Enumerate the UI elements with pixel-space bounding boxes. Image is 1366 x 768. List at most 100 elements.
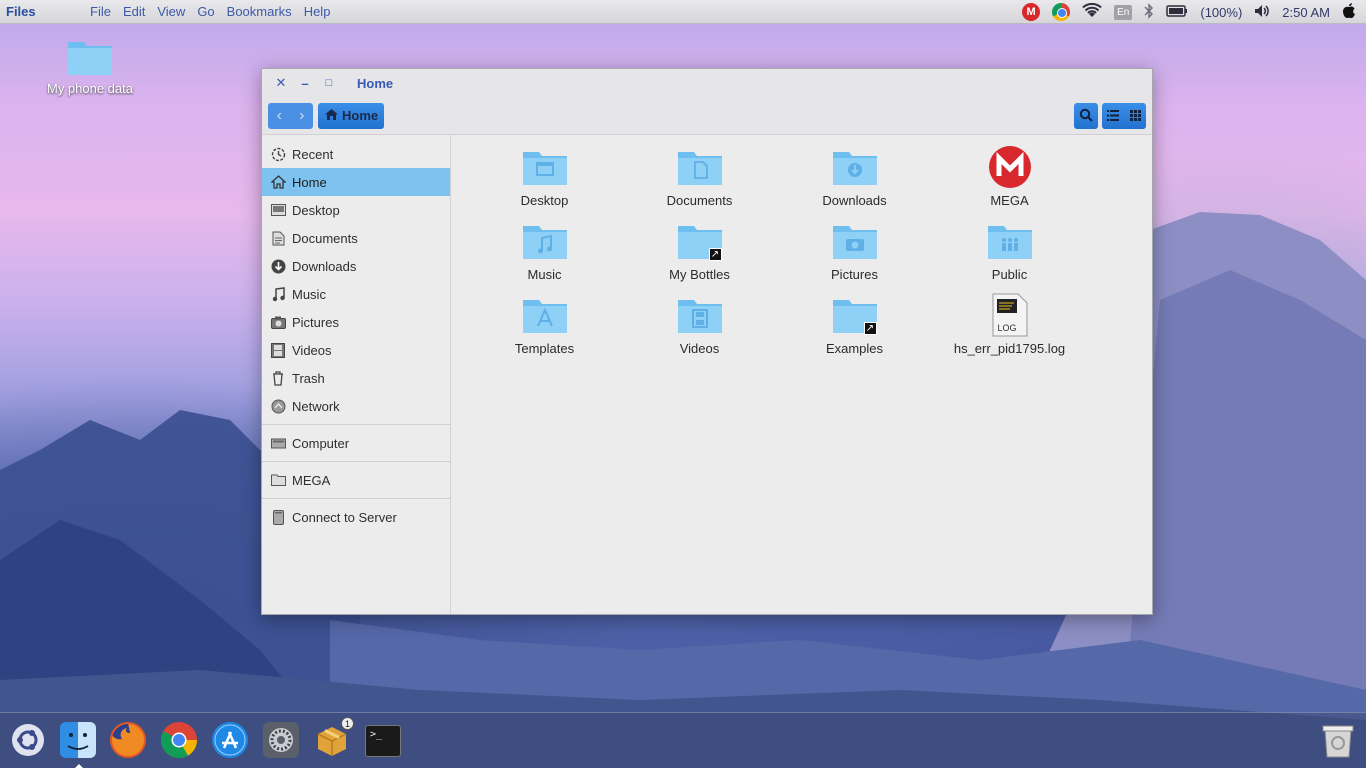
file-item-desktop[interactable]: Desktop bbox=[467, 145, 622, 219]
file-label: Templates bbox=[514, 341, 575, 356]
sidebar-item-mega[interactable]: MEGA bbox=[262, 466, 450, 494]
notification-badge: 1 bbox=[341, 717, 354, 730]
music-folder-icon bbox=[521, 219, 569, 263]
dock-system-settings[interactable] bbox=[263, 721, 299, 761]
wifi-icon[interactable] bbox=[1082, 2, 1102, 22]
chrome-icon bbox=[160, 721, 198, 762]
dock-chrome[interactable] bbox=[160, 721, 198, 762]
menu-edit[interactable]: Edit bbox=[117, 4, 151, 19]
sidebar-divider bbox=[262, 424, 450, 425]
dock-terminal[interactable]: >_ bbox=[365, 723, 401, 759]
app-name[interactable]: Files bbox=[0, 4, 84, 19]
sidebar-item-pictures[interactable]: Pictures bbox=[262, 308, 450, 336]
search-button[interactable] bbox=[1074, 103, 1098, 129]
sidebar-item-connect-to-server[interactable]: Connect to Server bbox=[262, 503, 450, 531]
file-item-downloads[interactable]: Downloads bbox=[777, 145, 932, 219]
dock-firefox[interactable] bbox=[109, 721, 147, 762]
dock-app-store[interactable] bbox=[211, 721, 249, 762]
sidebar-item-label: Videos bbox=[292, 342, 332, 358]
file-label: Videos bbox=[679, 341, 720, 356]
chrome-icon[interactable] bbox=[1052, 3, 1071, 21]
file-item-public[interactable]: Public bbox=[932, 219, 1087, 293]
list-view-icon bbox=[1107, 109, 1119, 124]
file-manager-window: ✕ – □ Home ‹ › Home Recent Home Desktop … bbox=[261, 68, 1153, 615]
videos-icon bbox=[270, 342, 286, 358]
list-view-button[interactable] bbox=[1102, 103, 1124, 129]
volume-icon[interactable] bbox=[1254, 4, 1270, 21]
desktop-icon-my-phone-data[interactable]: My phone data bbox=[44, 38, 136, 96]
close-button[interactable]: ✕ bbox=[269, 75, 293, 91]
documents-icon bbox=[270, 230, 286, 246]
sidebar-item-videos[interactable]: Videos bbox=[262, 336, 450, 364]
file-label: MEGA bbox=[990, 193, 1029, 208]
running-app-indicator bbox=[75, 764, 83, 768]
trash-icon bbox=[1321, 722, 1355, 761]
file-item-documents[interactable]: Documents bbox=[622, 145, 777, 219]
sidebar-item-music[interactable]: Music bbox=[262, 280, 450, 308]
clock[interactable]: 2:50 AM bbox=[1282, 5, 1330, 20]
sidebar-item-network[interactable]: Network bbox=[262, 392, 450, 420]
file-item-mega[interactable]: MEGA bbox=[932, 145, 1087, 219]
home-icon bbox=[270, 174, 286, 190]
file-label: Public bbox=[991, 267, 1028, 282]
file-label: Downloads bbox=[822, 193, 887, 208]
file-item-examples[interactable]: ↗ Examples bbox=[777, 293, 932, 367]
maximize-button[interactable]: □ bbox=[317, 77, 341, 89]
file-item-music[interactable]: Music bbox=[467, 219, 622, 293]
file-item-log[interactable]: LOG hs_err_pid1795.log bbox=[932, 293, 1087, 367]
battery-icon[interactable] bbox=[1166, 4, 1188, 20]
back-button[interactable]: ‹ bbox=[268, 103, 291, 129]
file-item-pictures[interactable]: Pictures bbox=[777, 219, 932, 293]
file-item-my-bottles[interactable]: ↗ My Bottles bbox=[622, 219, 777, 293]
sidebar-item-home[interactable]: Home bbox=[262, 168, 450, 196]
grid-view-icon bbox=[1129, 109, 1141, 124]
dock-package-installer[interactable]: 1 bbox=[314, 717, 354, 759]
forward-button[interactable]: › bbox=[291, 103, 314, 129]
file-label: Music bbox=[527, 267, 562, 282]
language-indicator[interactable]: En bbox=[1114, 4, 1133, 20]
sidebar-item-downloads[interactable]: Downloads bbox=[262, 252, 450, 280]
sidebar-item-computer[interactable]: Computer bbox=[262, 429, 450, 457]
videos-folder-icon bbox=[676, 293, 724, 337]
documents-folder-icon bbox=[676, 145, 724, 189]
dock-finder[interactable] bbox=[60, 721, 96, 759]
mega-icon bbox=[986, 145, 1034, 189]
file-label: Documents bbox=[666, 193, 733, 208]
sidebar-item-trash[interactable]: Trash bbox=[262, 364, 450, 392]
gear-icon bbox=[263, 721, 299, 761]
sidebar-divider bbox=[262, 498, 450, 499]
sidebar-item-documents[interactable]: Documents bbox=[262, 224, 450, 252]
pictures-folder-icon bbox=[831, 219, 879, 263]
menu-view[interactable]: View bbox=[151, 4, 191, 19]
apple-icon[interactable] bbox=[1342, 2, 1356, 22]
grid-view-button[interactable] bbox=[1124, 103, 1146, 129]
sidebar-item-desktop[interactable]: Desktop bbox=[262, 196, 450, 224]
app-store-icon bbox=[211, 721, 249, 762]
menu-bookmarks[interactable]: Bookmarks bbox=[221, 4, 298, 19]
menu-file[interactable]: File bbox=[84, 4, 117, 19]
log-file-icon: LOG bbox=[986, 293, 1034, 337]
sidebar-item-label: MEGA bbox=[292, 472, 331, 488]
dock-ubuntu-launcher[interactable] bbox=[10, 723, 46, 759]
menu-bar: File Edit View Go Bookmarks Help bbox=[84, 4, 336, 19]
menu-go[interactable]: Go bbox=[191, 4, 220, 19]
file-view[interactable]: Desktop Documents Downloads MEGA Music ↗… bbox=[451, 135, 1152, 614]
menu-help[interactable]: Help bbox=[298, 4, 337, 19]
breadcrumb-home[interactable]: Home bbox=[318, 102, 385, 129]
sidebar-item-label: Downloads bbox=[292, 258, 357, 274]
title-bar[interactable]: ✕ – □ Home bbox=[262, 69, 1152, 97]
symlink-arrow-icon: ↗ bbox=[863, 322, 877, 335]
downloads-icon bbox=[270, 258, 286, 274]
symlink-arrow-icon: ↗ bbox=[708, 248, 722, 261]
templates-folder-icon bbox=[521, 293, 569, 337]
file-item-videos[interactable]: Videos bbox=[622, 293, 777, 367]
firefox-icon bbox=[109, 721, 147, 762]
file-item-templates[interactable]: Templates bbox=[467, 293, 622, 367]
folder-link-icon: ↗ bbox=[831, 293, 879, 337]
dock-trash[interactable] bbox=[1320, 723, 1356, 759]
breadcrumb-label: Home bbox=[342, 108, 379, 123]
minimize-button[interactable]: – bbox=[293, 76, 317, 91]
sidebar-item-recent[interactable]: Recent bbox=[262, 140, 450, 168]
mega-icon[interactable]: M bbox=[1022, 3, 1041, 21]
bluetooth-icon[interactable] bbox=[1144, 2, 1154, 22]
